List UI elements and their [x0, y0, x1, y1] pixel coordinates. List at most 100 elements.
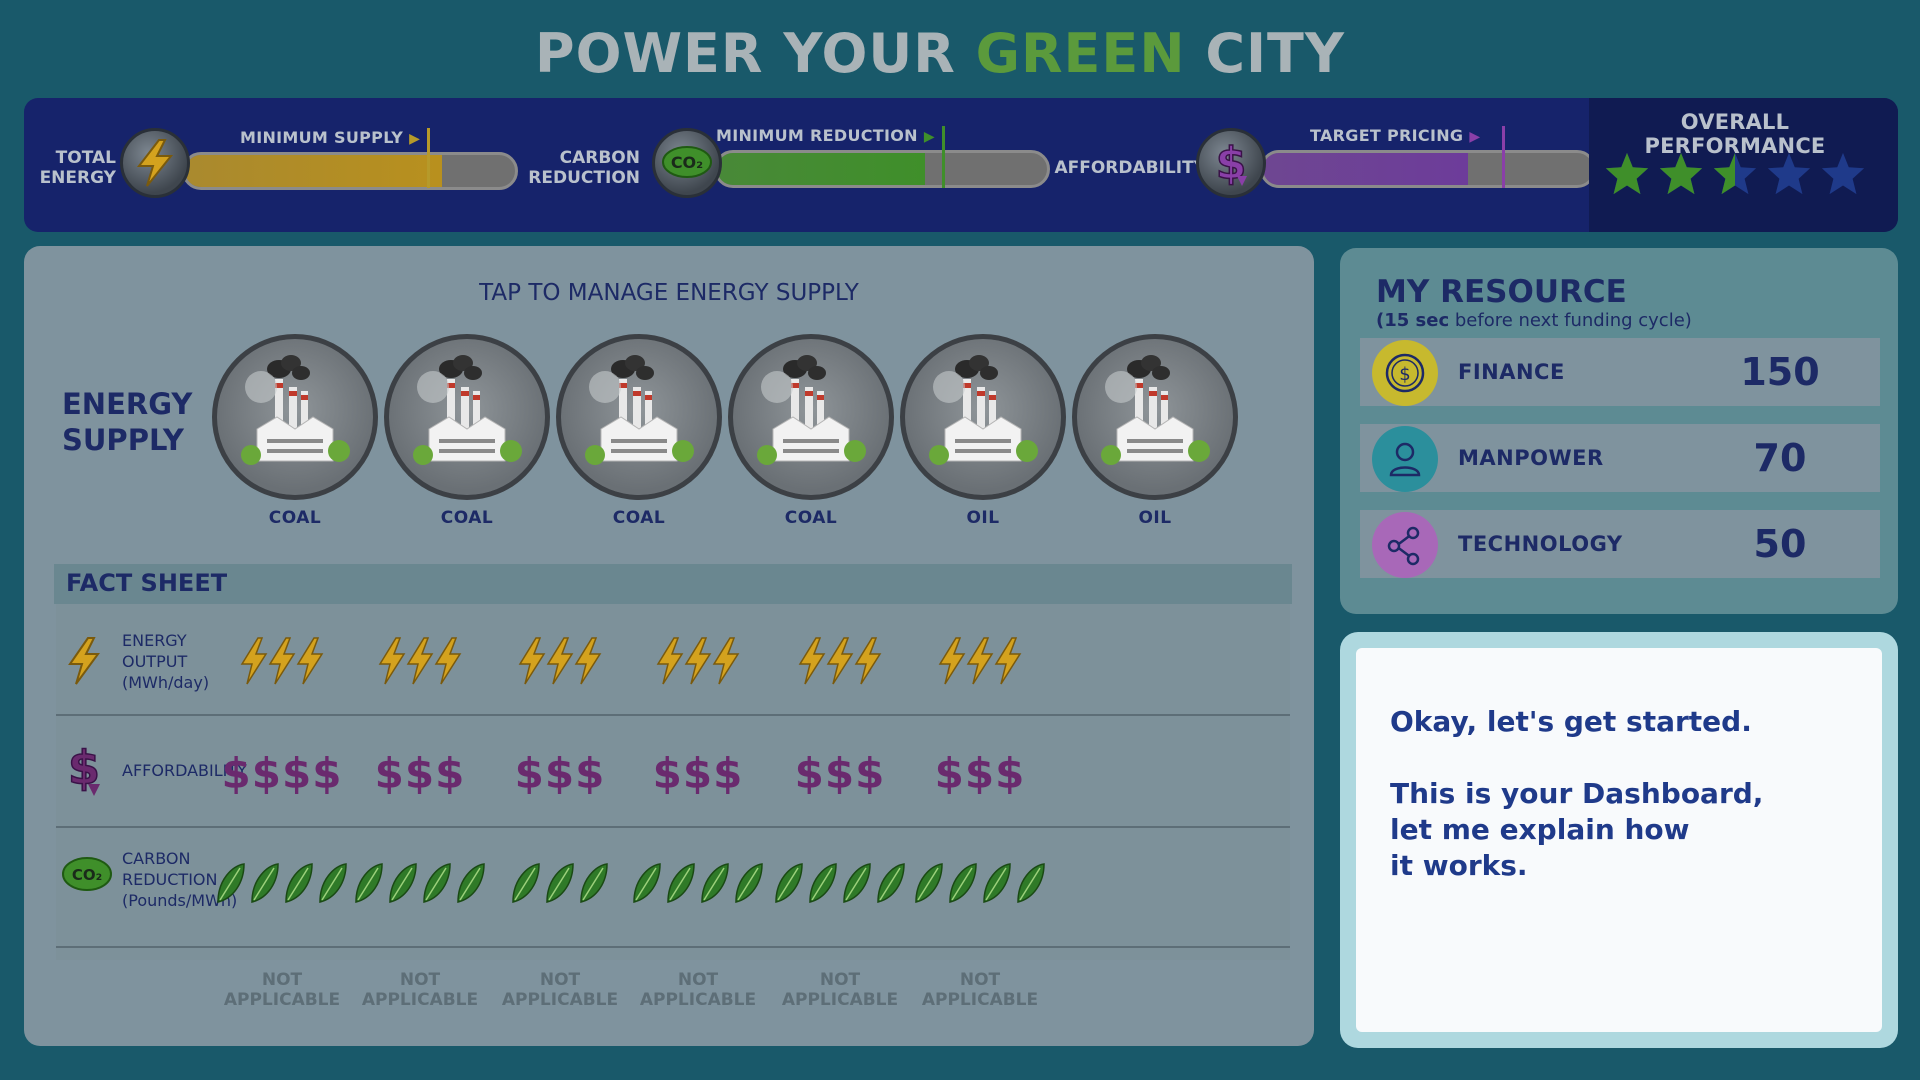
resource-manpower[interactable]: MANPOWER 70: [1360, 424, 1880, 492]
my-resource-title: MY RESOURCE: [1376, 274, 1627, 310]
not-applicable-line1: NOT: [677, 970, 719, 990]
svg-text:CO₂: CO₂: [671, 153, 703, 172]
not-applicable-line1: NOT: [959, 970, 1001, 990]
factory-icon: [1101, 355, 1210, 465]
lightning-icon: [434, 637, 462, 685]
resource-finance[interactable]: $ FINANCE 150: [1360, 338, 1880, 406]
leaf-icon: [512, 863, 540, 903]
power-plant-button[interactable]: [1072, 334, 1238, 500]
star-icon: [1713, 152, 1757, 195]
leaf-icon: [949, 863, 977, 903]
carbon-label-line1: CARBON: [559, 148, 640, 168]
energy-supply-label: ENERGY SUPPLY: [62, 386, 192, 458]
minimum-supply-caption: MINIMUM SUPPLY ▶: [240, 128, 420, 147]
lightning-icon: [712, 637, 740, 685]
carbon-reduction-cell: [618, 848, 778, 918]
lightning-icon: [798, 637, 826, 685]
technology-value: 50: [1753, 522, 1807, 566]
play-triangle-icon: ▶: [923, 129, 935, 145]
not-applicable-cell: NOT APPLICABLE: [212, 970, 352, 1010]
power-plant-button[interactable]: [384, 334, 550, 500]
carbon-label-line2: REDUCTION: [528, 168, 640, 188]
leaf-icon: [843, 863, 871, 903]
leaf-icon: [701, 863, 729, 903]
energy-output-line2: OUTPUT: [122, 652, 188, 671]
lightning-icon: [518, 637, 546, 685]
power-plant-button[interactable]: [728, 334, 894, 500]
funding-cycle-note: (15 sec before next funding cycle): [1376, 310, 1692, 331]
leaf-icon: [389, 863, 417, 903]
technology-label: TECHNOLOGY: [1458, 532, 1623, 556]
factory-icon: [585, 355, 694, 465]
leaf-icon: [983, 863, 1011, 903]
my-resource-panel: MY RESOURCE (15 sec before next funding …: [1340, 248, 1898, 614]
lightning-icon: [826, 637, 854, 685]
plant-type-label: COAL: [784, 508, 838, 528]
plant-type-label: COAL: [440, 508, 494, 528]
row-divider: [56, 714, 1290, 716]
star-icon: [1659, 152, 1703, 195]
lightning-icon: [684, 637, 712, 685]
lightning-icon: [66, 636, 102, 690]
factory-icon: [241, 355, 350, 465]
energy-output-cell: [490, 626, 630, 696]
row-divider: [56, 826, 1290, 828]
target-pricing-text: TARGET PRICING: [1310, 126, 1464, 145]
not-applicable-cell: NOT APPLICABLE: [628, 970, 768, 1010]
status-hud: TOTAL ENERGY MINIMUM SUPPLY ▶ CARBON REDU…: [24, 98, 1898, 232]
energy-supply-line1: ENERGY: [62, 387, 193, 421]
lightning-icon: [854, 637, 882, 685]
lightning-icon: [546, 637, 574, 685]
power-plant-button[interactable]: [212, 334, 378, 500]
lightning-icon: [938, 637, 966, 685]
affordability-cell: $$$: [514, 748, 606, 798]
tutorial-dialog[interactable]: Okay, let's get started. This is your Da…: [1340, 632, 1898, 1048]
svg-text:$: $: [1399, 364, 1410, 385]
carbon-reduction-cell: [202, 848, 362, 918]
title-part-3: CITY: [1185, 22, 1345, 85]
carbon-reduction-fill: [717, 153, 925, 185]
not-applicable-line2: APPLICABLE: [501, 990, 619, 1010]
dollar-icon: $: [66, 740, 106, 804]
row-divider: [56, 946, 1290, 948]
lightning-icon: [240, 637, 268, 685]
tutorial-message: Okay, let's get started. This is your Da…: [1390, 705, 1764, 882]
finance-value: 150: [1740, 350, 1820, 394]
energy-output-cell: [770, 626, 910, 696]
not-applicable-line2: APPLICABLE: [361, 990, 479, 1010]
resource-technology[interactable]: TECHNOLOGY 50: [1360, 510, 1880, 578]
lightning-icon: [574, 637, 602, 685]
energy-output-line1: ENERGY: [122, 631, 187, 650]
carbon-reduction-cell: [340, 848, 500, 918]
total-energy-label-line1: TOTAL: [55, 148, 116, 168]
leaf-icon: [775, 863, 803, 903]
page-title: POWER YOUR GREEN CITY: [0, 22, 1880, 85]
minimum-reduction-marker: [942, 126, 946, 188]
energy-output-label: ENERGY OUTPUT (MWh/day): [122, 630, 209, 693]
performance-stars: [1590, 150, 1880, 198]
plant-type-label: COAL: [268, 508, 322, 528]
leaf-icon: [355, 863, 383, 903]
affordability-cell: $$$: [374, 748, 466, 798]
lightning-icon: [378, 637, 406, 685]
leaf-icon: [915, 863, 943, 903]
not-applicable-line2: APPLICABLE: [921, 990, 1039, 1010]
funding-cycle-text: before next funding cycle): [1449, 310, 1692, 331]
power-plant-button[interactable]: [900, 334, 1066, 500]
not-applicable-cell: NOT APPLICABLE: [770, 970, 910, 1010]
carbon-reduction-cell: [760, 848, 920, 918]
lightning-icon: [268, 637, 296, 685]
title-part-1: POWER YOUR: [535, 22, 976, 85]
play-triangle-icon: ▶: [1469, 129, 1481, 145]
carbon-reduction-cell: [480, 848, 640, 918]
not-applicable-line2: APPLICABLE: [223, 990, 341, 1010]
power-plant-button[interactable]: [556, 334, 722, 500]
leaf-icon: [285, 863, 313, 903]
not-applicable-line1: NOT: [399, 970, 441, 990]
energy-output-cell: [628, 626, 768, 696]
person-icon: [1372, 426, 1438, 492]
not-applicable-line2: APPLICABLE: [781, 990, 899, 1010]
not-applicable-cell: NOT APPLICABLE: [490, 970, 630, 1010]
co2-cloud-icon: CO₂: [652, 128, 722, 198]
energy-supply-panel: TAP TO MANAGE ENERGY SUPPLY ENERGY SUPPL…: [24, 246, 1314, 1046]
